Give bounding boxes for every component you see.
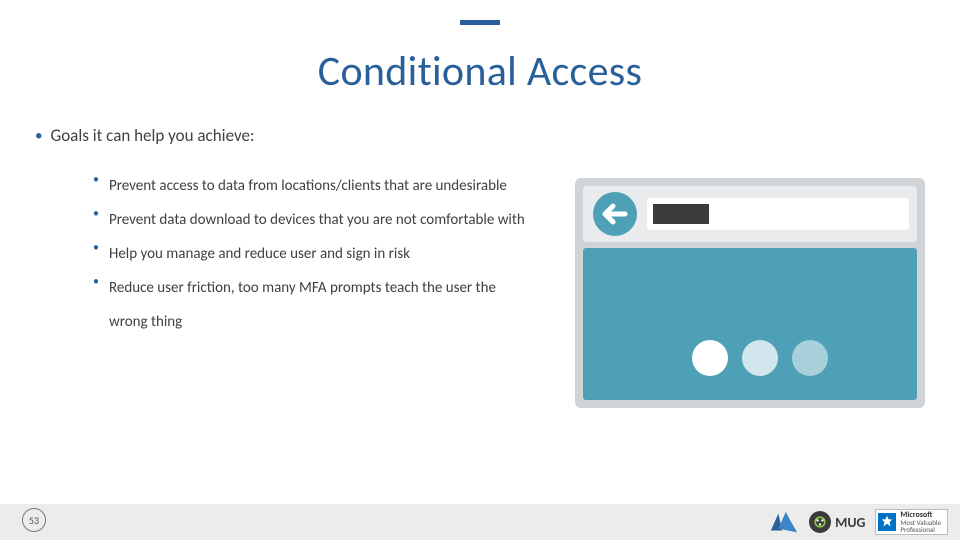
- mvp-badge-icon: [878, 513, 896, 531]
- slide: Conditional Access • Goals it can help y…: [0, 0, 960, 540]
- mug-logo-label: MUG: [835, 514, 865, 531]
- sub-bullet-list: • Prevent access to data from locations/…: [93, 169, 535, 339]
- azure-logo-icon: [769, 509, 799, 535]
- mug-logo-icon: [809, 511, 831, 533]
- mvp-line3: Professional: [900, 526, 941, 533]
- title-accent-mark: [460, 20, 500, 25]
- list-item: • Reduce user friction, too many MFA pro…: [93, 271, 535, 339]
- slide-title: Conditional Access: [0, 46, 960, 97]
- bullet-dot-icon: •: [93, 271, 99, 293]
- mvp-logo: Microsoft Most Valuable Professional: [875, 509, 948, 535]
- list-item: • Prevent access to data from locations/…: [93, 169, 535, 203]
- list-item: • Help you manage and reduce user and si…: [93, 237, 535, 271]
- bullet-dot-icon: •: [93, 237, 99, 259]
- bullet-lead-text: Goals it can help you achieve:: [50, 125, 254, 147]
- bullet-dot-icon: •: [93, 203, 99, 225]
- bullet-lead: • Goals it can help you achieve:: [35, 125, 535, 147]
- mug-logo: MUG: [809, 511, 865, 533]
- browser-loading-graphic: [575, 178, 925, 408]
- list-item: • Prevent data download to devices that …: [93, 203, 535, 237]
- bullet-dot-icon: •: [35, 125, 42, 147]
- mvp-logo-text: Microsoft Most Valuable Professional: [900, 511, 941, 533]
- page-number: 53: [22, 508, 46, 532]
- body-content: • Goals it can help you achieve: • Preve…: [35, 125, 535, 339]
- list-item-text: Help you manage and reduce user and sign…: [109, 237, 410, 271]
- footer-logos: MUG Microsoft Most Valuable Professional: [769, 509, 948, 535]
- list-item-text: Reduce user friction, too many MFA promp…: [109, 271, 535, 339]
- list-item-text: Prevent data download to devices that yo…: [109, 203, 525, 237]
- list-item-text: Prevent access to data from locations/cl…: [109, 169, 507, 203]
- bullet-dot-icon: •: [93, 169, 99, 191]
